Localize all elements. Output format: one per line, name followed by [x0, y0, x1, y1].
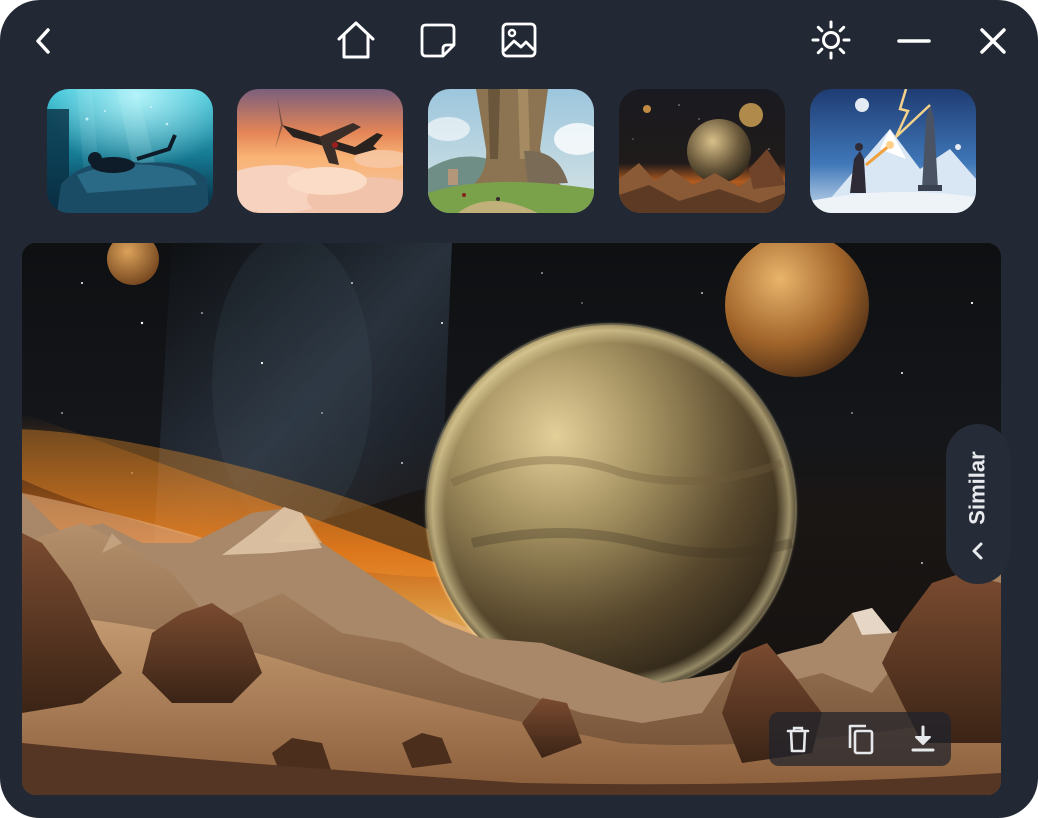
- minimize-button[interactable]: [893, 24, 935, 58]
- planets-desert-image: [619, 89, 785, 213]
- thumbnail-wizard-tower[interactable]: [810, 89, 976, 213]
- warplane-sunset-clouds-image: [237, 89, 403, 213]
- thumbnail-underwater-bedroom[interactable]: [47, 89, 213, 213]
- notes-button[interactable]: [416, 18, 460, 62]
- minimize-icon: [897, 39, 931, 43]
- close-button[interactable]: [974, 22, 1012, 60]
- home-icon: [337, 21, 375, 59]
- giant-tree-tower-image: [428, 89, 594, 213]
- image-icon: [501, 22, 537, 58]
- wizard-lightning-tower-image: [810, 89, 976, 213]
- gallery-button[interactable]: [497, 18, 541, 62]
- delete-button[interactable]: [780, 721, 816, 757]
- underwater-bedroom-image: [47, 89, 213, 213]
- download-icon: [911, 725, 935, 752]
- home-button[interactable]: [332, 16, 380, 64]
- app-window: Similar: [0, 0, 1038, 818]
- similar-label: Similar: [965, 451, 990, 525]
- copy-button[interactable]: [842, 721, 878, 757]
- sun-brightness-icon: [811, 20, 851, 60]
- copy-icon: [848, 724, 874, 755]
- thumbnail-giant-tree-tower[interactable]: [428, 89, 594, 213]
- thumbnail-planets-desert[interactable]: [619, 89, 785, 213]
- close-icon: [980, 28, 1006, 54]
- trash-icon: [786, 726, 810, 753]
- top-bar: [0, 0, 1038, 82]
- theme-button[interactable]: [808, 17, 854, 63]
- back-button[interactable]: [26, 24, 60, 58]
- back-chevron-icon: [36, 28, 50, 54]
- chevron-left-icon: [972, 542, 983, 560]
- sticky-note-icon: [420, 23, 456, 58]
- thumbnail-strip: [0, 82, 1038, 232]
- thumbnail-warplane-sunset[interactable]: [237, 89, 403, 213]
- similar-label-wrap: Similar: [962, 440, 994, 536]
- image-action-bar: [769, 712, 951, 766]
- download-button[interactable]: [905, 721, 941, 757]
- similar-tab[interactable]: Similar: [946, 424, 1010, 584]
